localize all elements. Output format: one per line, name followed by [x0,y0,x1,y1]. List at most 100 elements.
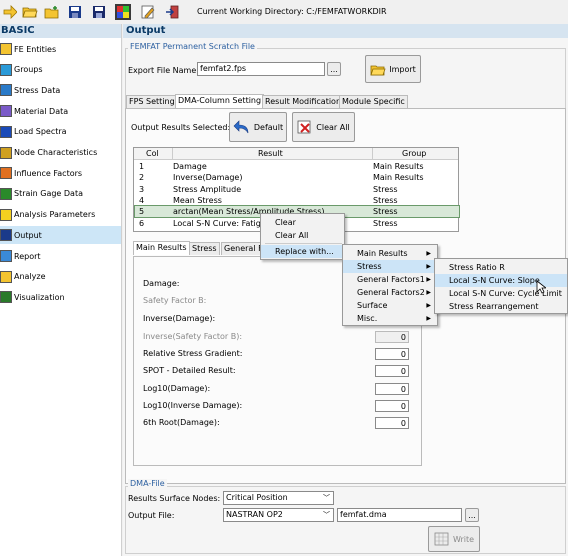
menu-item-clear-all[interactable]: Clear All [261,229,344,242]
row-result: Stress Amplitude [173,184,242,194]
sidebar-item-analysis-parameters[interactable]: Analysis Parameters [0,206,121,224]
menu-item-clear[interactable]: Clear [261,216,344,229]
submenu-item-local-s-n-curve-cycle-limit[interactable]: Local S-N Curve: Cycle Limit [435,287,567,300]
write-button[interactable]: Write [428,526,480,552]
sidebar-item-icon [0,105,12,118]
field-value-input[interactable]: 0 [375,331,409,343]
export-file-input[interactable]: femfat2.fps [197,62,325,76]
sidebar-item-label: Visualization [14,292,65,302]
sidebar-item-report[interactable]: Report [0,247,121,265]
row-group: Stress [373,184,398,194]
mouse-cursor-icon [536,280,546,294]
row-group: Stress [373,207,398,217]
chevron-right-icon: ▶ [426,263,431,270]
sidebar-item-node-characteristics[interactable]: Node Characteristics [0,144,121,162]
replace-submenu: Main Results ▶ Stress ▶ General Factors1 ▶ Gen… [342,244,438,326]
row-group: Stress [373,195,398,205]
sidebar-item-icon [0,250,12,262]
field-value-input[interactable]: 0 [375,348,409,360]
submenu-item-label: Surface [357,301,388,310]
table-row[interactable]: 2 Inverse(Damage) Main Results [135,172,459,183]
submenu-item-local-s-n-curve-slope[interactable]: Local S-N Curve: Slope [435,274,567,287]
subtab-main-results[interactable]: Main Results [133,241,190,255]
clear-all-button[interactable]: Clear All [292,112,355,142]
field-value-input[interactable]: 0 [375,365,409,377]
sidebar-item-icon [0,167,12,180]
save-icon[interactable] [66,3,84,21]
field-label: Damage: [143,279,180,288]
header-group: Group [402,149,427,158]
tab-dma-column-setting[interactable]: DMA-Column Setting [175,94,265,108]
tab-fps-setting[interactable]: FPS Setting [126,95,178,108]
basic-sidebar: BASIC FE Entities Groups Stress Data Materi… [0,24,122,556]
subtab-stress[interactable]: Stress [189,242,220,255]
scratch-file-group-title: FEMFAT Permanent Scratch File [128,42,257,51]
sidebar-item-stress-data[interactable]: Stress Data [0,81,121,99]
row-context-menu: Clear Clear All Replace with... [260,213,345,260]
sidebar-item-load-spectra[interactable]: Load Spectra [0,123,121,141]
sidebar-item-label: Report [14,251,41,261]
arrow-right-icon[interactable] [1,3,19,21]
field-label: Log10(Damage): [143,384,211,393]
submenu-item-general-factors1[interactable]: General Factors1 ▶ [343,273,437,286]
field-label: Safety Factor B: [143,296,207,305]
browse-export-button[interactable]: ... [327,62,341,76]
submenu-item-stress[interactable]: Stress ▶ [343,260,437,273]
tab-module-specific[interactable]: Module Specific [339,95,408,108]
submenu-item-main-results[interactable]: Main Results ▶ [343,247,437,260]
tab-result-modification[interactable]: Result Modification [262,95,345,108]
working-directory-label: Current Working Directory: C:/FEMFATWORK… [197,7,387,16]
output-file-input[interactable]: femfat.dma [337,508,462,522]
sidebar-item-analyze[interactable]: Analyze [0,268,121,286]
table-row[interactable]: 4 Mean Stress Stress [135,195,459,206]
header-result: Result [258,149,283,158]
open-folder-icon [370,65,386,75]
sidebar-item-strain-gage-data[interactable]: Strain Gage Data [0,185,121,203]
submenu-item-stress-ratio-r[interactable]: Stress Ratio R [435,261,567,274]
surface-nodes-select[interactable]: Critical Position ﹀ [223,491,334,505]
exit-icon[interactable] [163,3,181,21]
open-folder-icon[interactable] [21,3,39,21]
chevron-right-icon: ▶ [426,289,431,296]
color-palette-icon[interactable] [114,3,132,21]
row-result: Inverse(Damage) [173,173,243,183]
chevron-down-icon: ﹀ [323,511,330,519]
submenu-item-surface[interactable]: Surface ▶ [343,299,437,312]
sidebar-item-label: Node Characteristics [14,148,98,157]
row-result: Damage [173,162,207,171]
row-col: 5 [139,207,145,217]
chevron-right-icon: ▶ [426,250,431,257]
field-value-input[interactable]: 0 [375,417,409,429]
submenu-item-misc-[interactable]: Misc. ▶ [343,312,437,325]
sidebar-item-material-data[interactable]: Material Data [0,102,121,120]
sidebar-item-output[interactable]: Output [0,226,121,245]
sidebar-item-groups[interactable]: Groups [0,61,121,79]
field-label: Inverse(Damage): [143,314,216,323]
menu-item-replace-with[interactable]: Replace with... [261,245,344,258]
submenu-item-stress-rearrangement[interactable]: Stress Rearrangement [435,300,567,313]
default-button[interactable]: Default [229,112,287,142]
submenu-item-label: Misc. [357,314,378,323]
row-group: Main Results [373,173,424,183]
field-value-input[interactable]: 0 [375,400,409,412]
new-folder-icon[interactable] [43,3,61,21]
save-all-icon[interactable] [90,3,108,21]
sidebar-item-label: FE Entities [14,44,57,54]
sidebar-item-icon [0,208,12,221]
table-row[interactable]: 3 Stress Amplitude Stress [135,184,459,195]
sidebar-item-visualization[interactable]: Visualization [0,288,121,306]
browse-output-button[interactable]: ... [465,508,479,522]
field-value-input[interactable]: 0 [375,383,409,395]
output-format-select[interactable]: NASTRAN OP2 ﹀ [223,508,334,522]
sidebar-item-label: Load Spectra [14,127,67,137]
sidebar-item-icon [0,63,12,76]
import-button[interactable]: Import [365,55,421,83]
sidebar-item-fe-entities[interactable]: FE Entities [0,40,121,58]
sidebar-item-label: Strain Gage Data [14,189,83,199]
edit-icon[interactable] [139,3,157,21]
sidebar-item-influence-factors[interactable]: Influence Factors [0,164,121,182]
submenu-item-general-factors2[interactable]: General Factors2 ▶ [343,286,437,299]
surface-nodes-value: Critical Position [226,493,288,502]
subtab-general-f[interactable]: General F [221,242,266,255]
table-row[interactable]: 1 Damage Main Results [135,161,459,172]
